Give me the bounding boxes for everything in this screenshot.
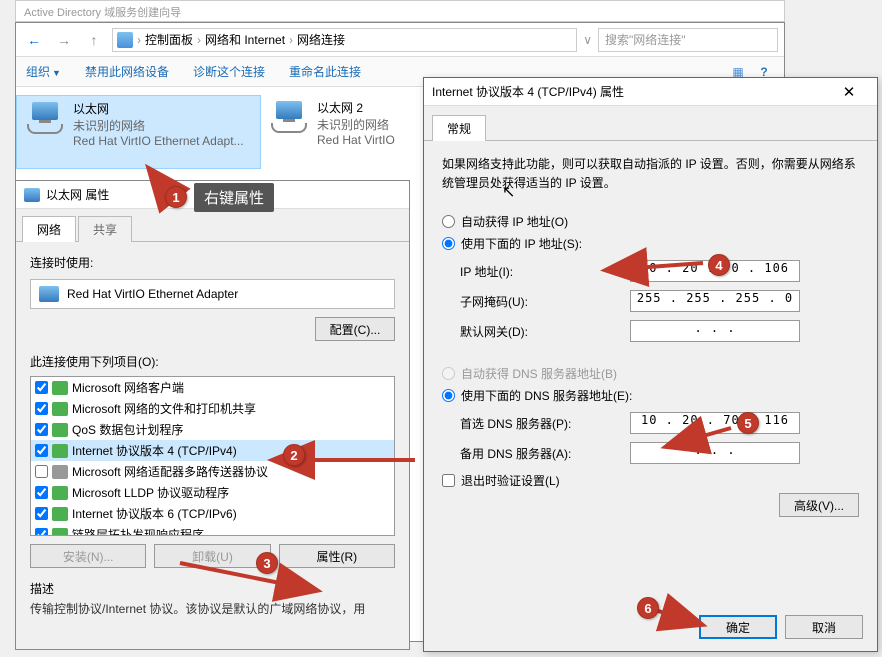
radio-input[interactable]: [442, 389, 455, 402]
ethernet-properties-dialog: 以太网 属性 网络 共享 连接时使用: Red Hat VirtIO Ether…: [15, 180, 410, 650]
list-item[interactable]: Microsoft LLDP 协议驱动程序: [31, 482, 394, 503]
list-item[interactable]: Microsoft 网络的文件和打印机共享: [31, 398, 394, 419]
item-checkbox[interactable]: [35, 402, 48, 415]
dns2-label: 备用 DNS 服务器(A):: [460, 445, 630, 462]
annotation-tooltip: 右键属性: [194, 183, 274, 212]
network-adapter-icon: [269, 101, 309, 137]
adapter-name: Red Hat VirtIO Ethernet Adapter: [67, 287, 238, 301]
radio-use-ip[interactable]: 使用下面的 IP 地址(S):: [442, 235, 859, 252]
adapter-icon: [39, 286, 59, 302]
nav-back-button[interactable]: ←: [22, 28, 46, 52]
dns1-label: 首选 DNS 服务器(P):: [460, 415, 630, 432]
close-button[interactable]: ✕: [829, 78, 869, 105]
bg-window-title: Active Directory 域服务创建向导: [16, 1, 784, 23]
configure-button[interactable]: 配置(C)...: [315, 317, 395, 341]
toolbar-organize[interactable]: 组织▼: [26, 63, 61, 80]
tab-strip: 常规: [424, 106, 877, 141]
dns1-input[interactable]: 10 . 20 . 70 . 116: [630, 412, 800, 434]
description-text: 传输控制协议/Internet 协议。该协议是默认的广域网络协议，用: [30, 601, 395, 618]
background-window: Active Directory 域服务创建向导: [15, 0, 785, 22]
gateway-label: 默认网关(D):: [460, 323, 630, 340]
validate-checkbox[interactable]: [442, 474, 455, 487]
list-item[interactable]: Microsoft 网络适配器多路传送器协议: [31, 461, 394, 482]
radio-auto-dns: 自动获得 DNS 服务器地址(B): [442, 365, 859, 382]
ipv4-properties-dialog: Internet 协议版本 4 (TCP/IPv4) 属性 ✕ 常规 如果网络支…: [423, 77, 878, 652]
subnet-mask-input[interactable]: 255 . 255 . 255 . 0: [630, 290, 800, 312]
cancel-button[interactable]: 取消: [785, 615, 863, 639]
tab-strip: 网络 共享: [16, 209, 409, 242]
protocol-icon: [52, 528, 68, 537]
toolbar-rename[interactable]: 重命名此连接: [289, 63, 361, 80]
adapter-box: Red Hat VirtIO Ethernet Adapter: [30, 279, 395, 309]
nav-up-button[interactable]: ↑: [82, 28, 106, 52]
protocol-icon: [52, 507, 68, 521]
annotation-badge-6: 6: [637, 597, 659, 619]
annotation-badge-5: 5: [737, 412, 759, 434]
items-list-label: 此连接使用下列项目(O):: [30, 353, 395, 370]
breadcrumb-bar: ← → ↑ › 控制面板 › 网络和 Internet › 网络连接 ∨ 搜索"…: [16, 23, 784, 57]
ok-button[interactable]: 确定: [699, 615, 777, 639]
service-icon: [52, 423, 68, 437]
radio-input[interactable]: [442, 215, 455, 228]
radio-input[interactable]: [442, 237, 455, 250]
annotation-badge-3: 3: [256, 552, 278, 574]
item-checkbox[interactable]: [35, 528, 48, 536]
network-adapter-icon: [25, 102, 65, 138]
radio-input: [442, 367, 455, 380]
item-checkbox[interactable]: [35, 465, 48, 478]
protocol-icon: [52, 465, 68, 479]
annotation-badge-1: 1: [165, 186, 187, 208]
annotation-badge-4: 4: [708, 254, 730, 276]
gateway-input[interactable]: . . .: [630, 320, 800, 342]
subnet-mask-label: 子网掩码(U):: [460, 293, 630, 310]
list-item-ipv4[interactable]: Internet 协议版本 4 (TCP/IPv4): [31, 440, 394, 461]
cursor-icon: ↖: [502, 182, 515, 202]
list-item[interactable]: Microsoft 网络客户端: [31, 377, 394, 398]
item-checkbox[interactable]: [35, 444, 48, 457]
item-checkbox[interactable]: [35, 486, 48, 499]
radio-use-dns[interactable]: 使用下面的 DNS 服务器地址(E):: [442, 387, 859, 404]
breadcrumb-path[interactable]: › 控制面板 › 网络和 Internet › 网络连接: [112, 28, 577, 52]
dialog-title: 以太网 属性: [46, 186, 109, 203]
list-item[interactable]: 链路层拓扑发现响应程序: [31, 524, 394, 536]
nav-fwd-button: →: [52, 28, 76, 52]
item-checkbox[interactable]: [35, 381, 48, 394]
toolbar-disable[interactable]: 禁用此网络设备: [85, 63, 169, 80]
tab-network[interactable]: 网络: [22, 216, 76, 242]
protocol-icon: [52, 444, 68, 458]
search-input[interactable]: 搜索"网络连接": [598, 28, 778, 52]
validate-checkbox-row[interactable]: 退出时验证设置(L): [442, 472, 859, 489]
connection-item-ethernet[interactable]: 以太网 未识别的网络 Red Hat VirtIO Ethernet Adapt…: [16, 95, 261, 169]
service-icon: [52, 402, 68, 416]
properties-button[interactable]: 属性(R): [279, 544, 395, 568]
network-icon: [24, 188, 40, 202]
toolbar-diagnose[interactable]: 诊断这个连接: [193, 63, 265, 80]
item-checkbox[interactable]: [35, 423, 48, 436]
tab-sharing[interactable]: 共享: [78, 216, 132, 242]
install-button[interactable]: 安装(N)...: [30, 544, 146, 568]
breadcrumb-item[interactable]: 网络和 Internet: [205, 31, 285, 48]
control-panel-icon: [117, 32, 133, 48]
client-icon: [52, 381, 68, 395]
annotation-badge-2: 2: [283, 444, 305, 466]
dialog-title: Internet 协议版本 4 (TCP/IPv4) 属性: [432, 83, 624, 100]
item-checkbox[interactable]: [35, 507, 48, 520]
connect-using-label: 连接时使用:: [30, 254, 395, 271]
network-items-list[interactable]: Microsoft 网络客户端 Microsoft 网络的文件和打印机共享 Qo…: [30, 376, 395, 536]
description-label: 描述: [30, 580, 395, 597]
list-item[interactable]: Internet 协议版本 6 (TCP/IPv6): [31, 503, 394, 524]
dns2-input[interactable]: . . .: [630, 442, 800, 464]
protocol-icon: [52, 486, 68, 500]
dialog-titlebar: Internet 协议版本 4 (TCP/IPv4) 属性 ✕: [424, 78, 877, 106]
breadcrumb-item[interactable]: 控制面板: [145, 31, 193, 48]
breadcrumb-item[interactable]: 网络连接: [297, 31, 345, 48]
tab-general[interactable]: 常规: [432, 115, 486, 141]
advanced-button[interactable]: 高级(V)...: [779, 493, 859, 517]
uninstall-button[interactable]: 卸载(U): [154, 544, 270, 568]
radio-auto-ip[interactable]: 自动获得 IP 地址(O): [442, 213, 859, 230]
list-item[interactable]: QoS 数据包计划程序: [31, 419, 394, 440]
ip-address-label: IP 地址(I):: [460, 263, 630, 280]
